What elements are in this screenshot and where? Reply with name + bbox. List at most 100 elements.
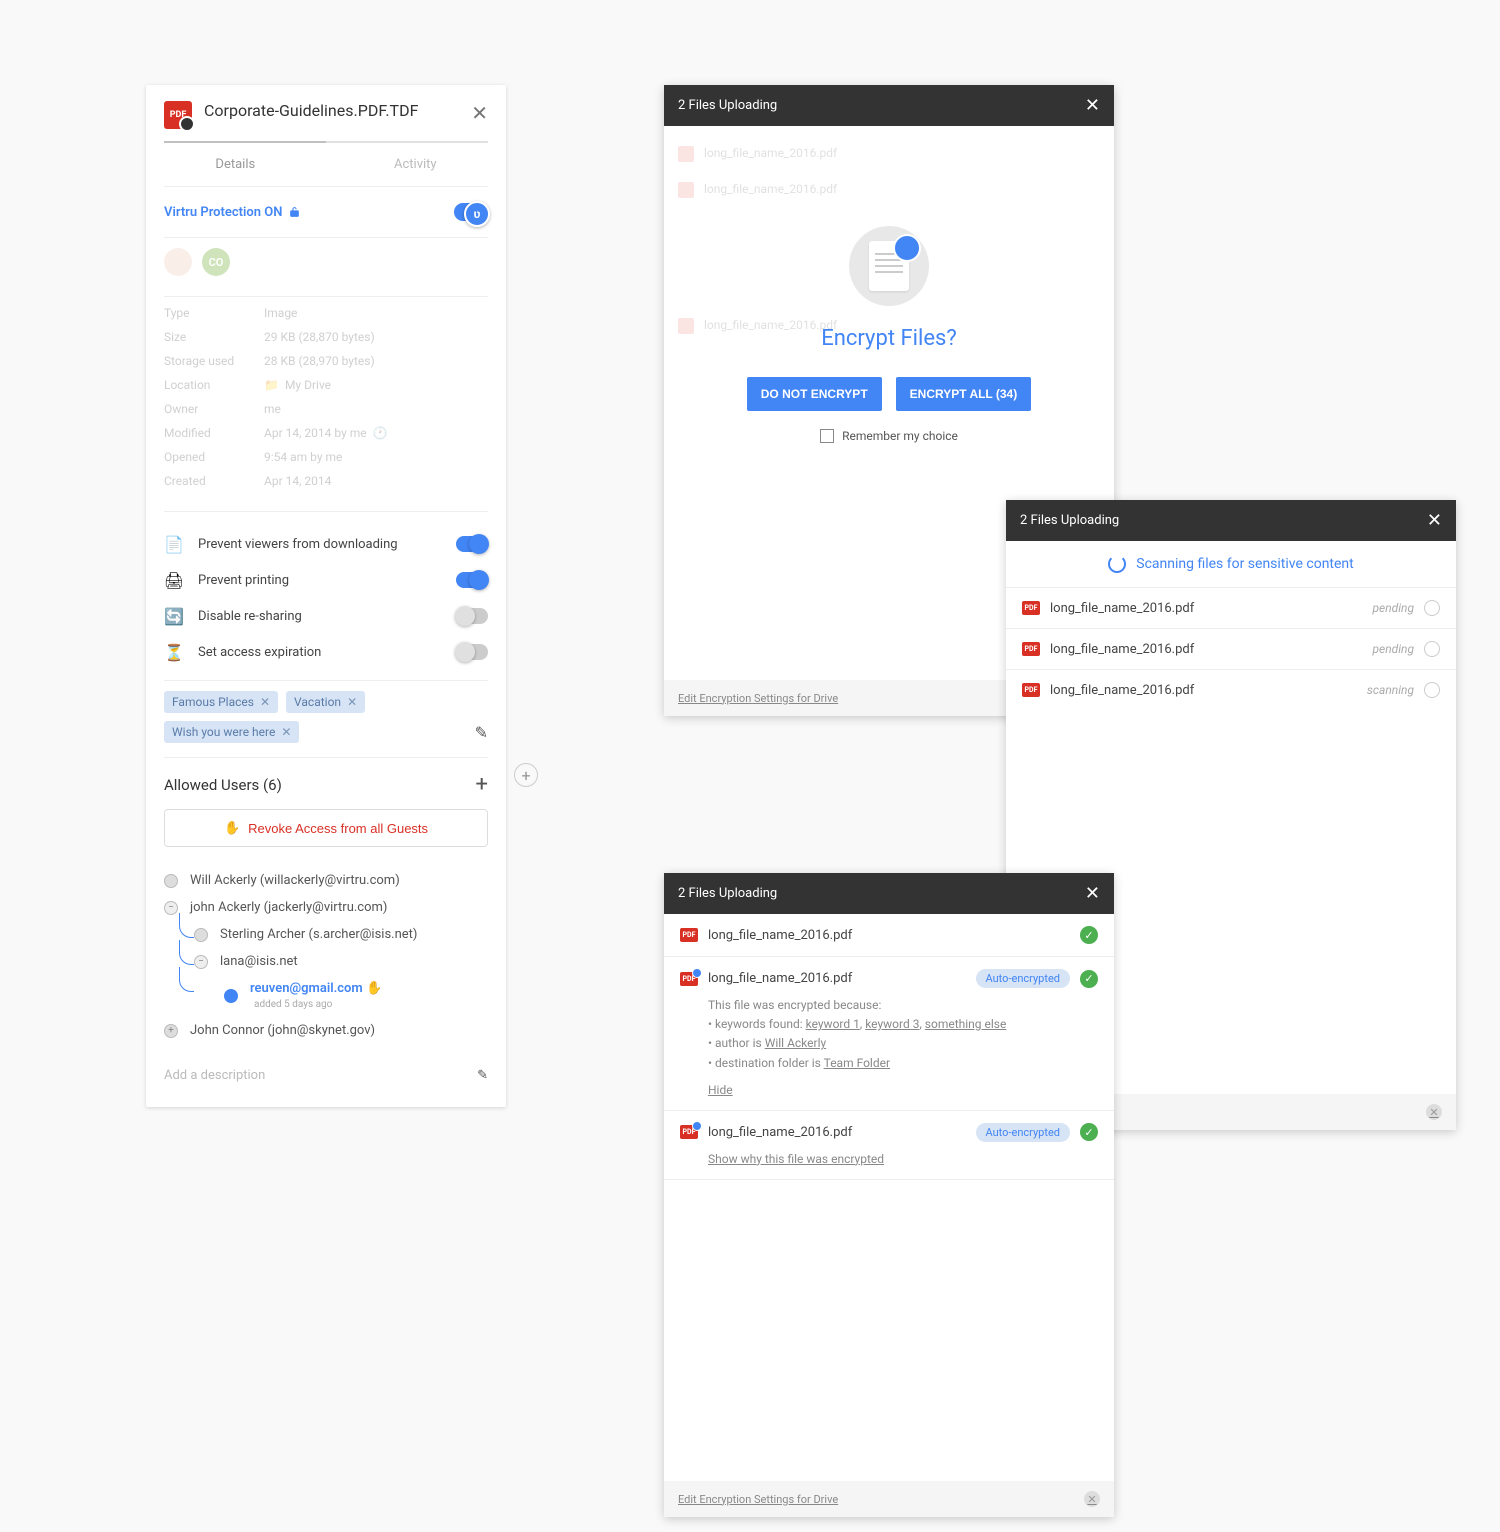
tag-chip[interactable]: Wish you were here ✕ xyxy=(164,721,299,743)
tab-details[interactable]: Details xyxy=(215,157,255,172)
option-icon: 🖨 xyxy=(164,570,184,590)
hand-stop-icon[interactable]: ✋ xyxy=(366,981,382,996)
check-icon: ✓ xyxy=(1080,970,1098,988)
check-icon: ✓ xyxy=(1080,1123,1098,1141)
encrypt-all-button[interactable]: ENCRYPT ALL (34) xyxy=(896,377,1032,411)
option-icon: 🔄 xyxy=(164,606,184,626)
meta-label: Opened xyxy=(164,450,264,464)
keyword-link[interactable]: keyword 3 xyxy=(865,1017,919,1031)
user-bullet-icon xyxy=(224,989,238,1003)
file-status: pending xyxy=(1373,642,1415,656)
upload-header-title: 2 Files Uploading xyxy=(678,886,777,901)
edit-encryption-settings-link[interactable]: Edit Encryption Settings for Drive xyxy=(678,1493,838,1506)
allowed-users-header: Allowed Users (6) xyxy=(164,776,282,794)
file-status: pending xyxy=(1373,601,1415,615)
user-bullet-icon xyxy=(194,928,208,942)
collapse-icon[interactable]: − xyxy=(194,955,208,969)
remove-tag-icon[interactable]: ✕ xyxy=(281,725,291,739)
pdf-icon: PDF xyxy=(1022,683,1040,697)
dismiss-icon[interactable]: ✕ xyxy=(1084,1491,1100,1507)
remove-tag-icon[interactable]: ✕ xyxy=(347,695,357,709)
option-icon: 📄 xyxy=(164,534,184,554)
file-name: long_file_name_2016.pdf xyxy=(708,1125,966,1140)
close-icon[interactable]: ✕ xyxy=(1085,883,1100,904)
add-circle-button[interactable]: + xyxy=(514,763,538,787)
document-lock-icon xyxy=(849,226,929,306)
pdf-lock-icon: PDF xyxy=(164,101,192,129)
tag-chip[interactable]: Vacation ✕ xyxy=(286,691,365,713)
dismiss-icon[interactable]: ✕ xyxy=(1426,1104,1442,1120)
pdf-icon: PDF xyxy=(1022,601,1040,615)
show-why-link[interactable]: Show why this file was encrypted xyxy=(708,1152,884,1166)
file-status: scanning xyxy=(1367,683,1414,697)
tag-chip[interactable]: Famous Places ✕ xyxy=(164,691,278,713)
auto-encrypted-badge: Auto-encrypted xyxy=(976,1123,1071,1142)
user-added-timestamp: added 5 days ago xyxy=(254,999,332,1010)
close-icon[interactable]: ✕ xyxy=(1427,510,1442,531)
hide-details-link[interactable]: Hide xyxy=(680,1083,733,1097)
close-icon[interactable]: ✕ xyxy=(1085,95,1100,116)
meta-label: Owner xyxy=(164,402,264,416)
status-indicator-icon xyxy=(1424,641,1440,657)
author-link[interactable]: Will Ackerly xyxy=(765,1036,826,1050)
add-description-placeholder[interactable]: Add a description xyxy=(164,1068,265,1083)
option-toggle[interactable] xyxy=(456,572,488,588)
meta-value: me xyxy=(264,402,281,416)
meta-label: Size xyxy=(164,330,264,344)
user-item: Sterling Archer (s.archer@isis.net) xyxy=(220,927,417,942)
user-item: lana@isis.net xyxy=(220,954,298,969)
encrypt-prompt-title: Encrypt Files? xyxy=(709,326,1069,351)
meta-value: 29 KB (28,870 bytes) xyxy=(264,330,375,344)
status-indicator-icon xyxy=(1424,600,1440,616)
avatar: CO xyxy=(202,248,230,276)
hand-stop-icon: ✋ xyxy=(224,820,240,836)
folder-link[interactable]: Team Folder xyxy=(824,1056,890,1070)
revoke-access-button[interactable]: ✋ Revoke Access from all Guests xyxy=(164,809,488,847)
meta-label: Modified xyxy=(164,426,264,440)
edit-description-icon[interactable]: ✎ xyxy=(477,1068,488,1083)
pdf-lock-icon: PDF xyxy=(680,1125,698,1139)
option-label: Set access expiration xyxy=(198,645,442,660)
meta-label: Storage used xyxy=(164,354,264,368)
add-user-icon[interactable]: + xyxy=(476,772,488,797)
unlock-icon xyxy=(288,206,301,219)
virtru-protection-label: Virtru Protection ON xyxy=(164,205,454,220)
option-toggle[interactable] xyxy=(456,644,488,660)
do-not-encrypt-button[interactable]: DO NOT ENCRYPT xyxy=(747,377,882,411)
expand-icon[interactable]: + xyxy=(164,1024,178,1038)
keyword-link[interactable]: something else xyxy=(925,1017,1007,1031)
keyword-link[interactable]: keyword 1 xyxy=(806,1017,860,1031)
edit-encryption-settings-link[interactable]: Edit Encryption Settings for Drive xyxy=(678,692,838,705)
pdf-lock-icon: PDF xyxy=(680,972,698,986)
option-toggle[interactable] xyxy=(456,536,488,552)
edit-tags-icon[interactable]: ✎ xyxy=(475,723,488,742)
remove-tag-icon[interactable]: ✕ xyxy=(260,695,270,709)
option-label: Prevent printing xyxy=(198,573,442,588)
remember-label: Remember my choice xyxy=(842,429,958,443)
option-toggle[interactable] xyxy=(456,608,488,624)
file-details-panel: PDF Corporate-Guidelines.PDF.TDF ✕ Detai… xyxy=(146,85,506,1107)
file-name: long_file_name_2016.pdf xyxy=(708,928,1070,943)
close-icon[interactable]: ✕ xyxy=(471,101,488,125)
upload-header-title: 2 Files Uploading xyxy=(678,98,777,113)
collapse-icon[interactable]: − xyxy=(164,901,178,915)
meta-value: Image xyxy=(264,306,297,320)
user-item-highlighted: reuven@gmail.com xyxy=(250,981,363,996)
user-item: John Connor (john@skynet.gov) xyxy=(190,1023,375,1038)
avatar xyxy=(164,248,192,276)
upload-header-title: 2 Files Uploading xyxy=(1020,513,1119,528)
pdf-icon: PDF xyxy=(1022,642,1040,656)
tab-activity[interactable]: Activity xyxy=(394,157,437,172)
option-label: Disable re-sharing xyxy=(198,609,442,624)
file-name: long_file_name_2016.pdf xyxy=(1050,642,1363,657)
meta-value: 📁My Drive xyxy=(264,378,331,392)
file-title: Corporate-Guidelines.PDF.TDF xyxy=(204,101,471,122)
pdf-icon: PDF xyxy=(680,928,698,942)
meta-value: Apr 14, 2014 xyxy=(264,474,331,488)
meta-value: 28 KB (28,970 bytes) xyxy=(264,354,375,368)
meta-label: Type xyxy=(164,306,264,320)
remember-checkbox[interactable] xyxy=(820,429,834,443)
meta-value: Apr 14, 2014 by me 🕐 xyxy=(264,426,388,440)
file-name: long_file_name_2016.pdf xyxy=(1050,601,1363,616)
virtru-toggle[interactable] xyxy=(454,203,488,221)
